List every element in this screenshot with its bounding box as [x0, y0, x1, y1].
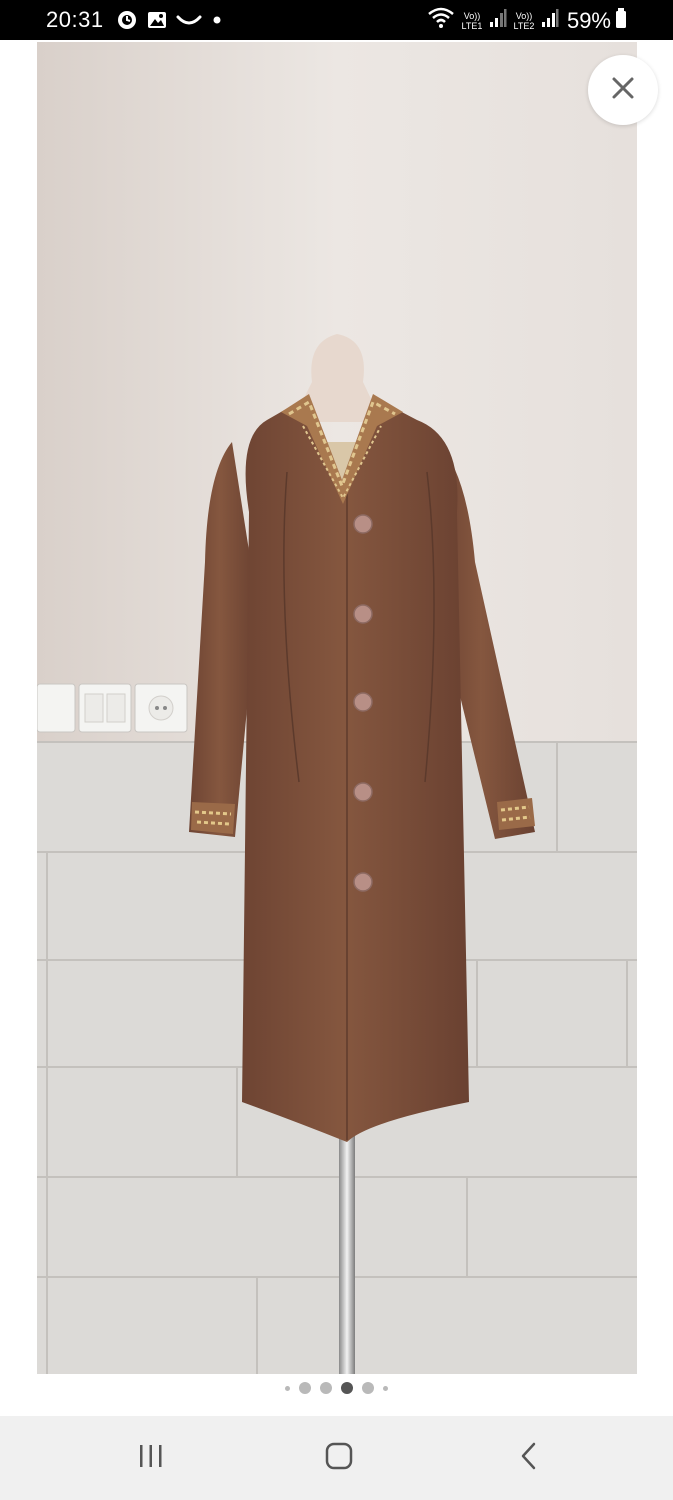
product-photo[interactable] [37, 42, 637, 1374]
messaging-icon [176, 9, 202, 31]
system-indicators: Vo)) LTE1 Vo)) LTE2 59% [427, 6, 627, 35]
sim2-network-label: Vo)) LTE2 [511, 11, 537, 31]
pager-dot-3[interactable] [320, 1382, 332, 1394]
sim1-signal-icon [489, 7, 507, 34]
alarm-icon [116, 9, 138, 31]
sim1-network-label: Vo)) LTE1 [459, 11, 485, 31]
sim2-volte: Vo)) [515, 10, 533, 21]
back-button[interactable] [494, 1434, 564, 1482]
back-icon [514, 1441, 544, 1476]
home-button[interactable] [304, 1434, 374, 1482]
home-icon [324, 1441, 354, 1476]
recent-apps-button[interactable] [116, 1434, 186, 1482]
close-button[interactable] [588, 55, 658, 125]
gallery-icon [146, 9, 168, 31]
sim2-lte: LTE2 [513, 20, 535, 31]
battery-icon [615, 7, 627, 34]
sim1-lte: LTE1 [461, 20, 483, 31]
image-pager [0, 1378, 673, 1398]
status-bar: 20:31 Vo)) LTE1 Vo)) LTE2 59% [0, 0, 673, 40]
sim1-volte: Vo)) [463, 10, 481, 21]
system-nav-bar [0, 1416, 673, 1500]
recent-apps-icon [136, 1441, 166, 1476]
sim2-signal-icon [541, 7, 559, 34]
image-viewer [0, 40, 673, 1416]
pager-dot-1[interactable] [285, 1385, 290, 1391]
pager-dot-5[interactable] [362, 1382, 374, 1394]
notification-icons [116, 9, 228, 31]
pager-dot-6[interactable] [383, 1385, 388, 1391]
status-time: 20:31 [46, 7, 104, 32]
battery-percentage: 59% [566, 7, 611, 33]
close-icon [611, 76, 635, 105]
photo-viewer-screen: 20:31 Vo)) LTE1 Vo)) LTE2 59% [0, 0, 673, 1500]
notification-dot-icon [206, 9, 228, 31]
pager-dot-4[interactable] [341, 1382, 353, 1394]
pager-dot-2[interactable] [299, 1382, 311, 1394]
wifi-icon [427, 6, 455, 35]
